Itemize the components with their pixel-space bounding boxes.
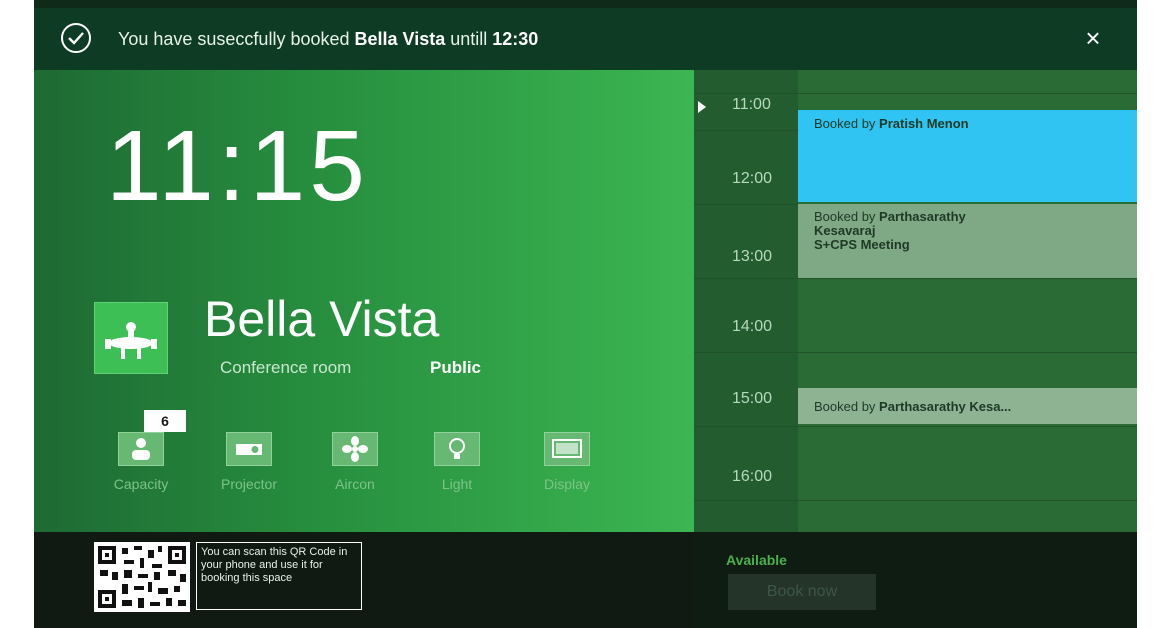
- grid-line: [694, 93, 1137, 94]
- hour-label: 14:00: [732, 318, 773, 335]
- current-time: 11:15: [106, 110, 369, 222]
- grid-line: [694, 500, 1137, 501]
- amenity-label: Light: [441, 476, 473, 492]
- notification-middle: untill: [445, 29, 493, 49]
- fan-icon: [332, 432, 378, 466]
- amenity-capacity: Capacity: [96, 432, 186, 492]
- notification-message: You have suseccfully booked Bella Vista …: [118, 29, 538, 50]
- room-display-frame: You have suseccfully booked Bella Vista …: [34, 0, 1137, 628]
- booking-footer: Available Book now: [694, 532, 1137, 628]
- amenity-label: Capacity: [113, 476, 169, 492]
- bulb-icon: [434, 432, 480, 466]
- availability-status: Available: [726, 552, 787, 568]
- hour-label: 12:00: [732, 170, 773, 187]
- qr-instructions: You can scan this QR Code in your phone …: [196, 542, 362, 610]
- amenity-display: Display: [522, 432, 612, 492]
- event-owner: Pratish Menon: [879, 116, 969, 131]
- event-prefix: Booked by: [814, 209, 880, 224]
- qr-code: [94, 542, 190, 612]
- grid-line: [694, 426, 1137, 427]
- display-icon: [544, 432, 590, 466]
- notification-prefix: You have suseccfully booked: [118, 29, 355, 49]
- booking-event[interactable]: Booked by Parthasarathy Kesavaraj S+CPS …: [798, 204, 1137, 278]
- amenity-projector: Projector: [204, 432, 294, 492]
- grid-line: [694, 352, 1137, 353]
- close-icon[interactable]: ×: [1079, 24, 1107, 52]
- room-visibility: Public: [430, 358, 482, 377]
- room-info-panel: 11:15 Bella Vista Conference room Public…: [34, 70, 694, 532]
- room-name: Bella Vista: [204, 291, 440, 347]
- event-owner: Parthasarathy Kesa...: [879, 399, 1012, 414]
- check-circle-icon: [61, 23, 91, 53]
- booking-event[interactable]: Booked by Pratish Menon: [798, 110, 1137, 202]
- booking-event[interactable]: Booked by Parthasarathy Kesa...: [798, 388, 1137, 424]
- book-now-button[interactable]: Book now: [728, 574, 876, 610]
- booking-notification: You have suseccfully booked Bella Vista …: [34, 8, 1137, 70]
- person-icon: [118, 432, 164, 466]
- current-time-marker: [698, 101, 706, 113]
- event-prefix: Booked by: [814, 116, 880, 131]
- event-title: S+CPS Meeting: [814, 237, 910, 252]
- event-owner: Parthasarathy: [879, 209, 966, 224]
- projector-icon: [226, 432, 272, 466]
- amenity-light: Light: [412, 432, 502, 492]
- hour-label: 13:00: [732, 248, 773, 265]
- hour-label: 11:00: [732, 96, 771, 113]
- event-prefix: Booked by: [814, 399, 880, 414]
- grid-line: [694, 278, 1137, 279]
- notification-time: 12:30: [492, 29, 539, 49]
- hour-label: 15:00: [732, 390, 773, 407]
- conference-room-icon: [94, 302, 168, 374]
- qr-footer: You can scan this QR Code in your phone …: [34, 532, 694, 628]
- event-owner-cont: Kesavaraj: [814, 223, 876, 238]
- hour-gutter: [694, 70, 798, 532]
- amenity-label: Projector: [220, 476, 278, 492]
- room-type: Conference room: [220, 358, 352, 377]
- schedule-panel[interactable]: 11:00 12:00 13:00 14:00 15:00 16:00 Book…: [694, 70, 1137, 532]
- amenity-label: Display: [544, 476, 590, 492]
- hour-label: 16:00: [732, 468, 773, 485]
- amenity-aircon: Aircon: [310, 432, 400, 492]
- amenity-label: Aircon: [335, 476, 375, 492]
- capacity-badge: 6: [144, 410, 186, 432]
- notification-room: Bella Vista: [354, 29, 446, 49]
